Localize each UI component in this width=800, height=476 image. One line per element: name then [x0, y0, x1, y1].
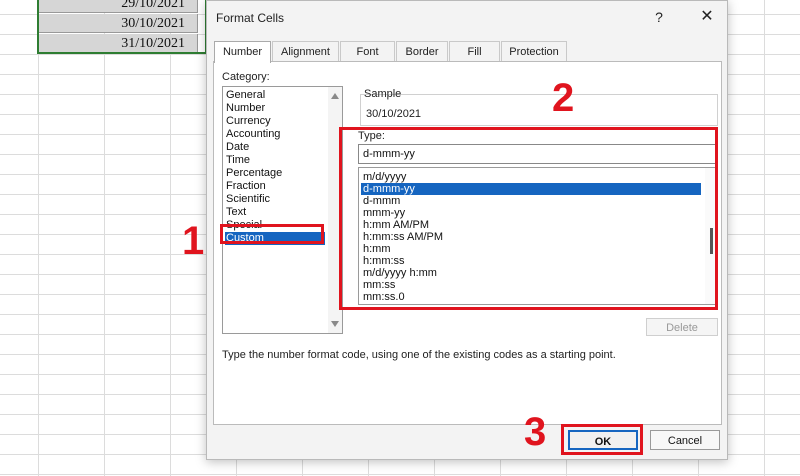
tab-alignment[interactable]: Alignment	[272, 41, 339, 62]
annotation-step-1: 1	[182, 219, 205, 263]
category-item-text[interactable]: Text	[225, 206, 325, 219]
category-item-percentage[interactable]: Percentage	[225, 167, 325, 180]
category-list[interactable]: General Number Currency Accounting Date …	[222, 86, 343, 334]
sample-label: Sample	[364, 88, 402, 100]
category-scrollbar[interactable]	[328, 87, 342, 333]
scroll-down-arrow-icon[interactable]	[331, 321, 339, 327]
title-bar[interactable]: Format Cells ? ✕	[207, 1, 727, 35]
number-tab-panel: Category: General Number Currency Accoun…	[213, 61, 722, 425]
format-item[interactable]: h:mm	[361, 243, 701, 255]
delete-button[interactable]: Delete	[646, 318, 718, 336]
category-item-number[interactable]: Number	[225, 102, 325, 115]
category-label: Category:	[222, 71, 270, 83]
category-item-accounting[interactable]: Accounting	[225, 128, 325, 141]
category-item-general[interactable]: General	[225, 89, 325, 102]
category-item-time[interactable]: Time	[225, 154, 325, 167]
category-item-custom[interactable]: Custom	[225, 232, 325, 245]
format-item[interactable]: mm:ss.0	[361, 291, 701, 303]
tab-border[interactable]: Border	[396, 41, 448, 62]
format-item[interactable]: h:mm AM/PM	[361, 219, 701, 231]
type-scrollbar-thumb[interactable]	[710, 228, 713, 254]
category-item-date[interactable]: Date	[225, 141, 325, 154]
date-cell[interactable]: 30/10/2021	[38, 14, 198, 33]
category-item-fraction[interactable]: Fraction	[225, 180, 325, 193]
category-item-currency[interactable]: Currency	[225, 115, 325, 128]
type-input[interactable]	[358, 144, 718, 164]
date-cell[interactable]: 31/10/2021	[38, 34, 198, 53]
tab-font[interactable]: Font	[340, 41, 395, 62]
type-format-list[interactable]: m/d/yyyy d-mmm-yy d-mmm mmm-yy h:mm AM/P…	[358, 167, 718, 305]
format-item-selected[interactable]: d-mmm-yy	[361, 183, 701, 195]
ok-button[interactable]: OK	[568, 430, 638, 450]
format-help-text: Type the number format code, using one o…	[222, 349, 616, 361]
format-item[interactable]: h:mm:ss AM/PM	[361, 231, 701, 243]
tab-protection[interactable]: Protection	[501, 41, 567, 62]
help-button[interactable]: ?	[647, 6, 671, 28]
cancel-button[interactable]: Cancel	[650, 430, 720, 450]
close-button[interactable]: ✕	[695, 6, 719, 28]
annotation-step-2: 2	[552, 76, 575, 120]
sample-value: 30/10/2021	[366, 108, 422, 120]
format-cells-dialog: Format Cells ? ✕ Number Alignment Font B…	[206, 0, 728, 460]
tab-fill[interactable]: Fill	[449, 41, 500, 62]
category-item-scientific[interactable]: Scientific	[225, 193, 325, 206]
type-scrollbar[interactable]	[705, 168, 717, 304]
format-item[interactable]: d-mmm	[361, 195, 701, 207]
tab-number[interactable]: Number	[214, 41, 271, 63]
format-item[interactable]: mm:ss	[361, 279, 701, 291]
category-item-special[interactable]: Special	[225, 219, 325, 232]
format-item[interactable]: m/d/yyyy h:mm	[361, 267, 701, 279]
format-item[interactable]: mmm-yy	[361, 207, 701, 219]
format-item[interactable]: h:mm:ss	[361, 255, 701, 267]
format-item[interactable]: m/d/yyyy	[361, 171, 701, 183]
annotation-step-3: 3	[524, 410, 547, 454]
scroll-up-arrow-icon[interactable]	[331, 93, 339, 99]
type-label: Type:	[358, 130, 385, 142]
date-cell[interactable]: 29/10/2021	[38, 0, 198, 13]
dialog-title: Format Cells	[216, 11, 285, 25]
